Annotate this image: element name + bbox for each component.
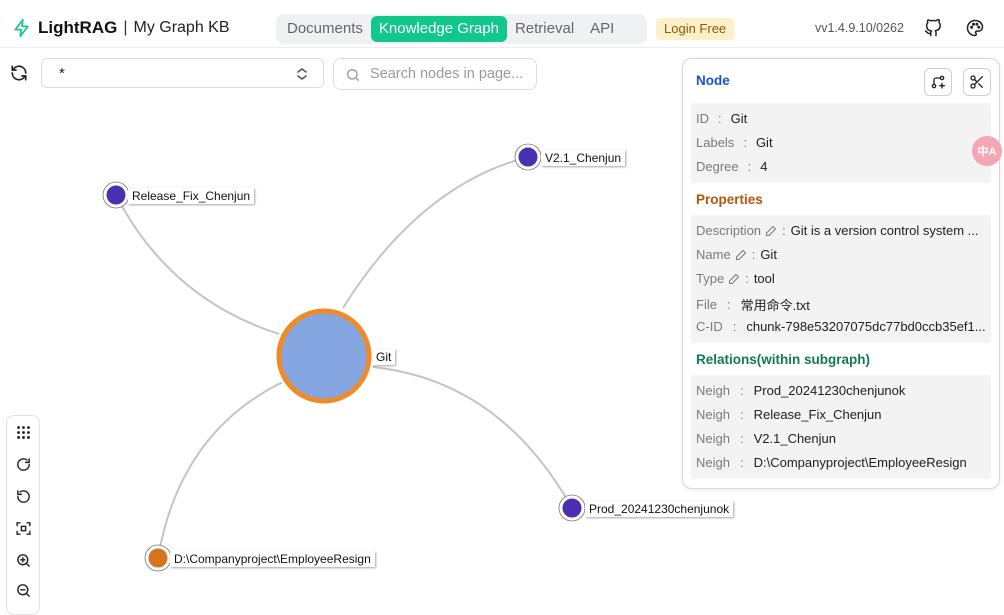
rotate-clockwise-icon[interactable]	[15, 456, 32, 473]
brand-name: LightRAG	[38, 18, 118, 37]
edge-git-release	[115, 194, 283, 336]
node-v21-chenjun[interactable]	[515, 144, 541, 170]
relation-row: Neigh: Prod_20241230chenjunok	[696, 383, 906, 398]
knowledge-base-name: My Graph KB	[133, 19, 230, 36]
relation-row: Neigh: Release_Fix_Chenjun	[696, 407, 882, 422]
edge-git-v21	[342, 156, 529, 309]
name-row: Name : Git	[696, 247, 777, 262]
search-icon	[347, 69, 359, 81]
search-input[interactable]: Search nodes in page...	[370, 66, 523, 82]
description-label: Description	[696, 223, 762, 238]
refresh-icon[interactable]	[10, 64, 28, 82]
tab-api[interactable]: API	[582, 16, 622, 42]
cid-label: C-ID	[696, 319, 723, 334]
properties-title: Properties	[696, 192, 763, 207]
node-labels-row: Labels: Git	[696, 135, 773, 150]
node-id-label: ID	[696, 111, 709, 126]
brand[interactable]: LightRAG | My Graph KB	[12, 8, 230, 48]
pencil-icon[interactable]	[765, 225, 777, 237]
graph-controls	[6, 415, 40, 615]
main-tabs: Documents Knowledge Graph Retrieval API	[276, 14, 647, 44]
cid-row: C-ID: chunk-798e53207075dc77bd0ccb35ef1..…	[696, 319, 986, 334]
description-value[interactable]: Git is a version control system ...	[791, 223, 979, 238]
app-header: LightRAG | My Graph KB Documents Knowled…	[0, 8, 1004, 48]
graph-canvas[interactable]: Git V2.1_Chenjun Release_Fix_Chenjun Pro…	[0, 90, 734, 600]
relation-value[interactable]: D:\Companyproject\EmployeeResign	[754, 455, 967, 470]
node-prod-20241230[interactable]	[559, 495, 585, 521]
lightning-icon	[14, 18, 29, 38]
node-label-v21-chenjun[interactable]: V2.1_Chenjun	[541, 150, 626, 166]
node-label-prod-20241230[interactable]: Prod_20241230chenjunok	[585, 501, 734, 517]
node-degree-value[interactable]: 4	[760, 159, 767, 174]
file-value[interactable]: 常用命令.txt	[741, 295, 810, 314]
node-info-box: ID: Git Labels: Git Degree:4	[691, 103, 991, 183]
brand-separator: |	[123, 19, 128, 36]
chevron-up-down-icon	[297, 68, 307, 80]
node-properties-panel: Node ID: Git Labels: Git Degree:4 Properti…	[682, 58, 1000, 489]
palette-icon[interactable]	[966, 19, 984, 37]
cid-value[interactable]: chunk-798e53207075dc77bd0ccb35ef1...	[746, 319, 985, 334]
node-degree-row: Degree:4	[696, 159, 768, 174]
github-icon[interactable]	[924, 19, 942, 37]
type-label: Type	[696, 271, 725, 286]
node-label-employee-resign[interactable]: D:\Companyproject\EmployeeResign	[170, 551, 375, 567]
pencil-icon[interactable]	[735, 249, 747, 261]
fit-view-icon[interactable]	[15, 520, 32, 537]
relation-label: Neigh	[696, 455, 730, 470]
relation-label: Neigh	[696, 407, 730, 422]
relation-value[interactable]: Prod_20241230chenjunok	[754, 383, 906, 398]
description-row: Description : Git is a version control sy…	[696, 223, 979, 238]
node-employee-resign[interactable]	[145, 545, 171, 571]
layout-grid-icon[interactable]	[15, 424, 32, 441]
version-label: vv1.4.9.10/0262	[815, 21, 904, 35]
node-degree-label: Degree	[696, 159, 739, 174]
zoom-out-icon[interactable]	[15, 582, 32, 599]
type-value[interactable]: tool	[754, 271, 775, 286]
relation-row: Neigh: V2.1_Chenjun	[696, 431, 836, 446]
node-release-fix-chenjun[interactable]	[103, 182, 129, 208]
name-value[interactable]: Git	[760, 247, 777, 262]
rotate-counterclockwise-icon[interactable]	[15, 488, 32, 505]
relation-value[interactable]: V2.1_Chenjun	[754, 431, 836, 446]
node-labels-label: Labels	[696, 135, 735, 150]
edge-git-prod	[371, 366, 573, 509]
type-row: Type : tool	[696, 271, 775, 286]
node-git[interactable]	[276, 308, 372, 404]
relations-box: Neigh: Prod_20241230chenjunok Neigh: Relea…	[691, 375, 991, 479]
graph-svg	[102, 143, 586, 572]
relation-row: Neigh: D:\Companyproject\EmployeeResign	[696, 455, 967, 470]
zoom-in-icon[interactable]	[15, 552, 32, 569]
search-box[interactable]: Search nodes in page...	[333, 58, 537, 90]
node-id-row: ID: Git	[696, 111, 748, 126]
panel-title: Node	[696, 73, 730, 88]
label-select[interactable]: *	[41, 58, 324, 88]
node-id-value[interactable]: Git	[731, 111, 748, 126]
scissors-icon	[970, 75, 983, 89]
tab-knowledge-graph[interactable]: Knowledge Graph	[370, 16, 507, 42]
translate-icon[interactable]: 中A	[972, 136, 1002, 166]
file-row: File: 常用命令.txt	[696, 295, 810, 314]
tab-documents[interactable]: Documents	[279, 16, 371, 42]
properties-box: Description : Git is a version control sy…	[691, 215, 991, 343]
node-label-git[interactable]: Git	[372, 349, 396, 365]
expand-node-icon	[931, 75, 945, 89]
file-label: File	[696, 297, 717, 312]
label-select-value: *	[59, 65, 65, 82]
node-labels-value[interactable]: Git	[756, 135, 773, 150]
expand-node-button[interactable]	[924, 68, 952, 96]
login-free-badge[interactable]: Login Free	[656, 18, 735, 40]
name-label: Name	[696, 247, 731, 262]
edge-git-resign	[157, 379, 288, 559]
prune-node-button[interactable]	[963, 68, 991, 96]
pencil-icon[interactable]	[728, 273, 740, 285]
relation-value[interactable]: Release_Fix_Chenjun	[754, 407, 882, 422]
node-label-release-fix-chenjun[interactable]: Release_Fix_Chenjun	[128, 188, 255, 204]
relation-label: Neigh	[696, 383, 730, 398]
relations-title: Relations(within subgraph)	[696, 352, 870, 367]
tab-retrieval[interactable]: Retrieval	[507, 16, 582, 42]
relation-label: Neigh	[696, 431, 730, 446]
